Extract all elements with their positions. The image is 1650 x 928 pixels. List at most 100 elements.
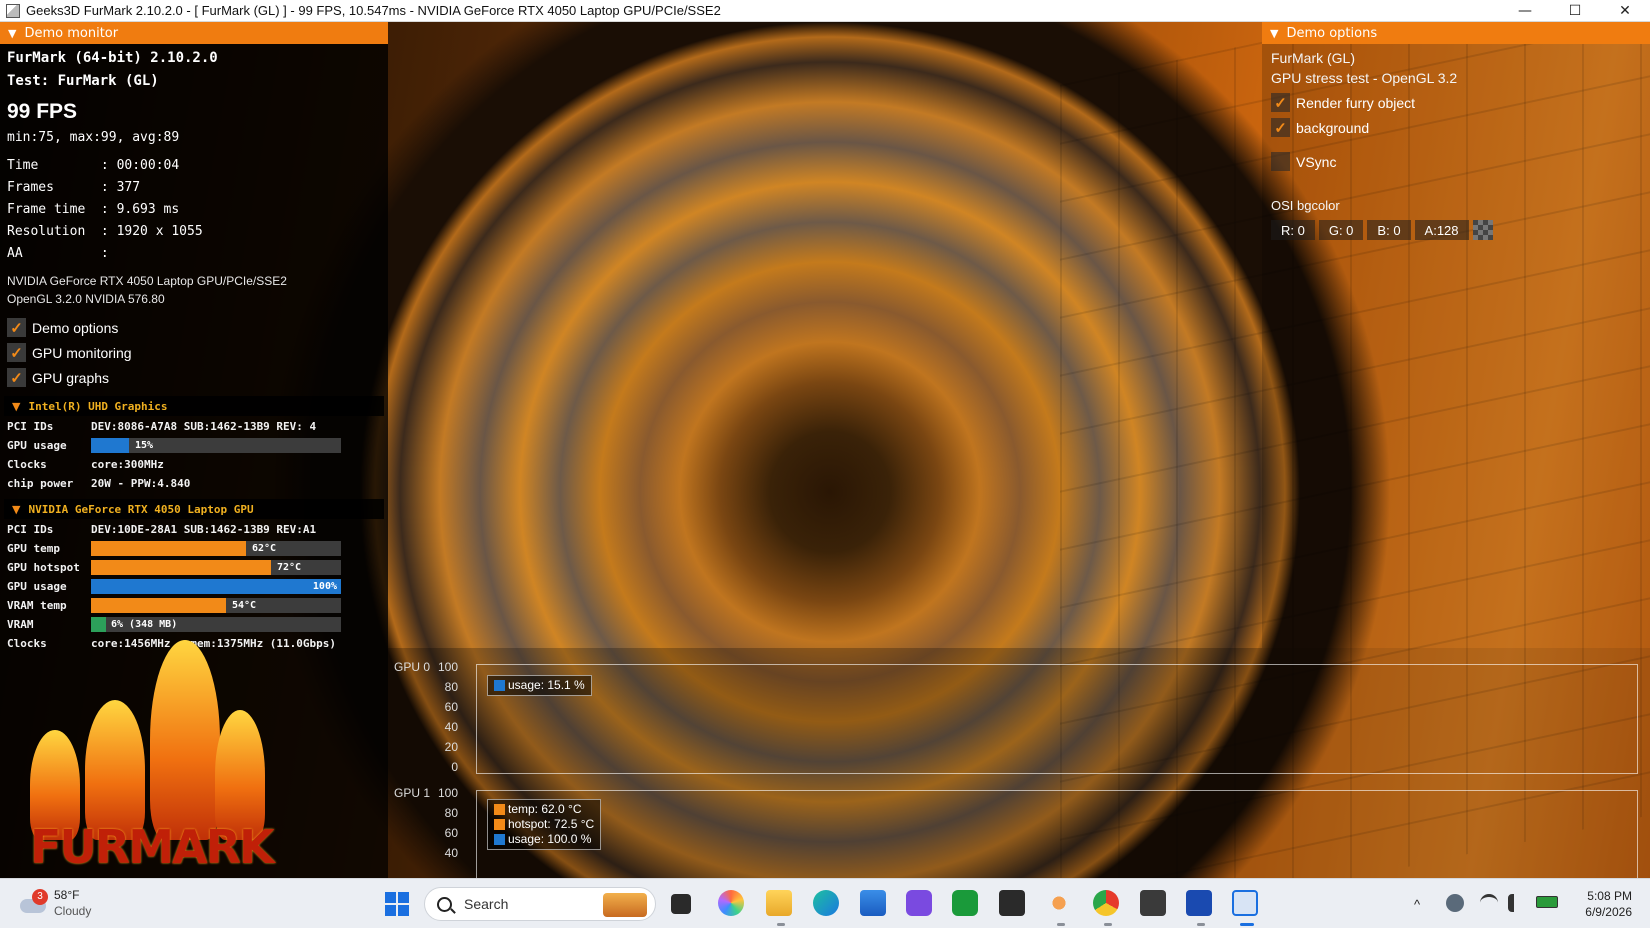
wifi-icon[interactable] <box>1480 894 1498 912</box>
weather-text: 58°F Cloudy <box>54 887 91 919</box>
active-indicator <box>1240 923 1254 926</box>
collapse-triangle-icon: ▼ <box>8 26 17 40</box>
row-key: PCI IDs <box>7 523 54 536</box>
demo-monitor-header[interactable]: ▼ Demo monitor <box>0 22 388 44</box>
intel-gpu-name: Intel(R) UHD Graphics <box>28 399 168 413</box>
bar-fill <box>91 541 246 556</box>
running-indicator <box>1104 923 1112 926</box>
nvidia-hotspot-row: GPU hotspot 72°C <box>7 559 347 576</box>
bar-label: 100% <box>312 581 337 592</box>
gpu-monitoring-checkbox[interactable]: ✓ GPU monitoring <box>7 343 132 362</box>
vsync-checkbox[interactable]: VSync <box>1271 152 1336 171</box>
demo-monitor-title: Demo monitor <box>24 25 119 41</box>
minimize-button[interactable]: — <box>1500 0 1550 22</box>
demo-options-header[interactable]: ▼ Demo options <box>1262 22 1650 44</box>
gpu-temp-bar: 62°C <box>91 541 341 556</box>
weather-desc: Cloudy <box>54 904 92 918</box>
osi-a-field[interactable]: A:128 <box>1414 220 1469 240</box>
render-furry-checkbox[interactable]: ✓ Render furry object <box>1271 93 1415 112</box>
chrome-icon[interactable] <box>1093 890 1119 916</box>
checkbox-label: GPU monitoring <box>32 344 132 361</box>
gpu-graphs-checkbox[interactable]: ✓ GPU graphs <box>7 368 109 387</box>
osi-g-field[interactable]: G: 0 <box>1318 220 1364 240</box>
gpu-hotspot-bar: 72°C <box>91 560 341 575</box>
demo-name: FurMark (GL) <box>1271 50 1355 66</box>
color-swatch[interactable] <box>1472 220 1493 240</box>
battery-icon[interactable] <box>1536 896 1558 908</box>
xbox-icon[interactable] <box>952 890 978 916</box>
intel-clocks-row: Clocks core:300MHz <box>7 456 347 473</box>
renderer-name: NVIDIA GeForce RTX 4050 Laptop GPU/PCIe/… <box>7 274 287 288</box>
network-cloud-icon[interactable] <box>1446 894 1464 912</box>
store-icon[interactable] <box>860 890 886 916</box>
furmark-taskbar-icon[interactable] <box>1232 890 1258 916</box>
bar-fill <box>91 598 226 613</box>
vram-temp-bar: 54°C <box>91 598 341 613</box>
nvidia-vram-temp-row: VRAM temp 54°C <box>7 597 347 614</box>
running-indicator <box>777 923 785 926</box>
osi-bgcolor-label: OSI bgcolor <box>1271 198 1340 213</box>
maximize-button[interactable]: ☐ <box>1550 0 1600 22</box>
bar-label: 72°C <box>277 562 302 573</box>
clock-time: 5:08 PM <box>1587 889 1632 903</box>
taskbar-search[interactable]: Search <box>424 887 656 921</box>
running-indicator <box>1197 923 1205 926</box>
app-icon <box>6 3 20 18</box>
row-value: DEV:8086-A7A8 SUB:1462-13B9 REV: 4 <box>91 420 317 433</box>
row-value: DEV:10DE-28A1 SUB:1462-13B9 REV:A1 <box>91 523 317 536</box>
collapse-triangle-icon: ▼ <box>12 399 21 413</box>
osi-r-field[interactable]: R: 0 <box>1271 220 1315 240</box>
cloud-icon: 3 <box>18 889 48 915</box>
row-key: Clocks <box>7 458 47 471</box>
file-explorer-icon[interactable] <box>766 890 792 916</box>
window-title: Geeks3D FurMark 2.10.2.0 - [ FurMark (GL… <box>26 3 721 18</box>
bar-fill <box>91 560 271 575</box>
close-button[interactable]: ✕ <box>1600 0 1650 22</box>
bar-fill <box>91 617 106 632</box>
weather-widget[interactable]: 3 58°F Cloudy <box>18 887 91 919</box>
bar-fill <box>91 579 341 594</box>
gpu-graphs-area: GPU 0 100 80 60 40 20 0 usage: 15.1 % GP… <box>388 648 1650 878</box>
gpu1-y-axis: 100 80 60 40 <box>418 786 458 866</box>
demo-options-checkbox[interactable]: ✓ Demo options <box>7 318 118 337</box>
y-tick: 20 <box>444 740 458 754</box>
background-checkbox[interactable]: ✓ background <box>1271 118 1369 137</box>
y-tick: 80 <box>444 680 458 694</box>
task-view-icon[interactable] <box>671 894 691 914</box>
nvidia-usage-row: GPU usage 100% <box>7 578 347 595</box>
checkbox-label: VSync <box>1296 153 1337 170</box>
nvidia-gpu-name: NVIDIA GeForce RTX 4050 Laptop GPU <box>28 502 254 516</box>
osi-bgcolor-fields: R: 0 G: 0 B: 0 A:128 <box>1271 220 1493 240</box>
edge-icon[interactable] <box>813 890 839 916</box>
app-icon-blue[interactable] <box>1186 890 1212 916</box>
demo-options-panel: ▼ Demo options FurMark (GL) GPU stress t… <box>1262 22 1650 648</box>
gpu0-y-axis: 100 80 60 40 20 0 <box>418 660 458 778</box>
app-icon-purple[interactable] <box>906 890 932 916</box>
row-key: PCI IDs <box>7 420 54 433</box>
y-tick: 80 <box>444 806 458 820</box>
nvidia-gpu-header[interactable]: ▼ NVIDIA GeForce RTX 4050 Laptop GPU <box>4 499 384 519</box>
app-icon-grid[interactable] <box>1140 890 1166 916</box>
gpu0-legend: usage: 15.1 % <box>487 675 592 696</box>
legend-item: usage: 100.0 % <box>494 832 594 847</box>
legend-label: temp: 62.0 °C <box>508 802 582 816</box>
tray-chevron[interactable]: ^ <box>1414 879 1420 928</box>
legend-label: usage: 100.0 % <box>508 832 592 846</box>
row-key: GPU usage <box>7 580 67 593</box>
legend-swatch <box>494 680 505 691</box>
start-button[interactable] <box>385 892 409 916</box>
terminal-icon[interactable] <box>999 890 1025 916</box>
taskbar-clock[interactable]: 5:08 PM 6/9/2026 <box>1585 888 1632 920</box>
aa-readout: AA : <box>7 246 109 261</box>
legend-item: hotspot: 72.5 °C <box>494 817 594 832</box>
intel-gpu-header[interactable]: ▼ Intel(R) UHD Graphics <box>4 396 384 416</box>
sparkle-app-icon[interactable] <box>1046 890 1072 916</box>
volume-icon[interactable] <box>1508 894 1526 912</box>
osi-b-field[interactable]: B: 0 <box>1367 220 1411 240</box>
checkmark-icon: ✓ <box>1271 93 1290 112</box>
resolution-readout: Resolution : 1920 x 1055 <box>7 224 203 239</box>
copilot-icon[interactable] <box>718 890 744 916</box>
row-key: VRAM <box>7 618 34 631</box>
frames-readout: Frames : 377 <box>7 180 141 195</box>
intel-usage-bar: 15% <box>91 438 341 453</box>
